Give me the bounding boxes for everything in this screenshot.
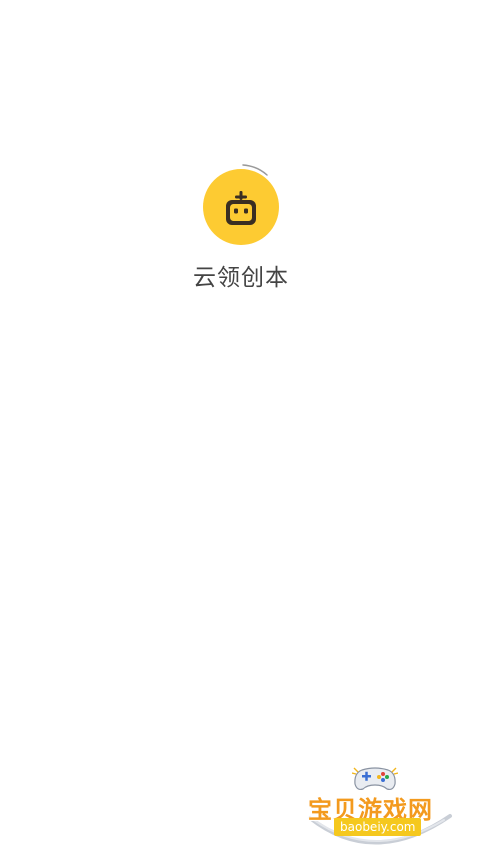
watermark-logo: 宝贝游戏网 baobeiy.com — [304, 760, 454, 852]
watermark-domain: baobeiy.com — [334, 818, 422, 836]
app-name: 云领创本 — [193, 265, 289, 291]
app-logo — [199, 162, 283, 246]
splash-screen: 云领创本 宝贝游戏网 baobeiy.com — [0, 0, 482, 857]
logo-circle — [203, 169, 279, 245]
robot-icon — [226, 191, 256, 225]
